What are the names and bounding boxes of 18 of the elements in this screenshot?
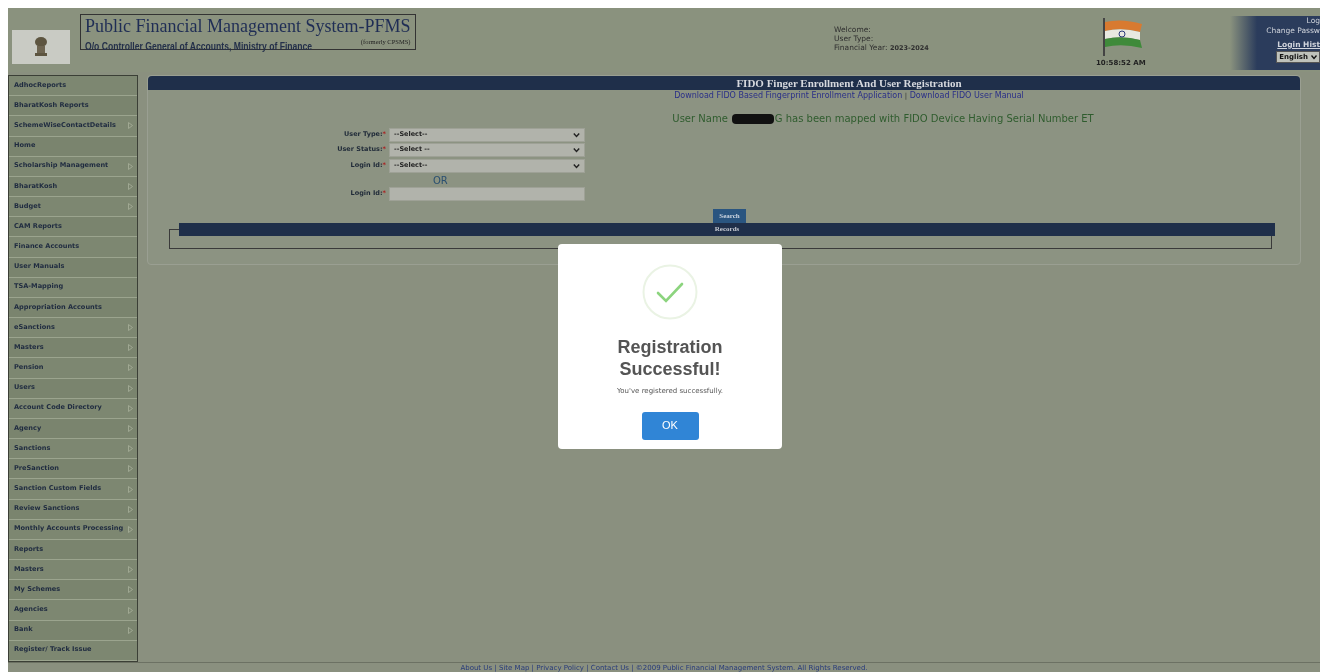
message-text: G has been mapped with FIDO Device Having Serial Number ET: [774, 112, 1094, 126]
panel-title: FIDO Finger Enrollment And User Registration: [148, 76, 1300, 90]
download-link[interactable]: Download FIDO Based Fingerprint Enrollment Application: [674, 91, 903, 100]
dialog-title: Registration Successful!: [616, 336, 724, 380]
ok-button[interactable]: OK: [641, 411, 699, 440]
download-link[interactable]: Download FIDO User Manual: [909, 91, 1024, 100]
chevron-down-icon: [573, 162, 580, 169]
chevron-down-icon: [573, 131, 580, 138]
message-text: User Name: [672, 112, 728, 126]
chevron-down-icon: [1311, 54, 1317, 60]
or-label: OR: [433, 173, 449, 187]
redaction-block: [731, 113, 774, 124]
text-field[interactable]: [389, 187, 585, 202]
flag-icon: [1102, 18, 1144, 56]
emblem-icon: [33, 35, 49, 59]
success-check-icon: [642, 264, 698, 320]
site-title: Public Financial Management System-PFMS: [85, 15, 411, 37]
chevron-down-icon: [573, 147, 580, 154]
